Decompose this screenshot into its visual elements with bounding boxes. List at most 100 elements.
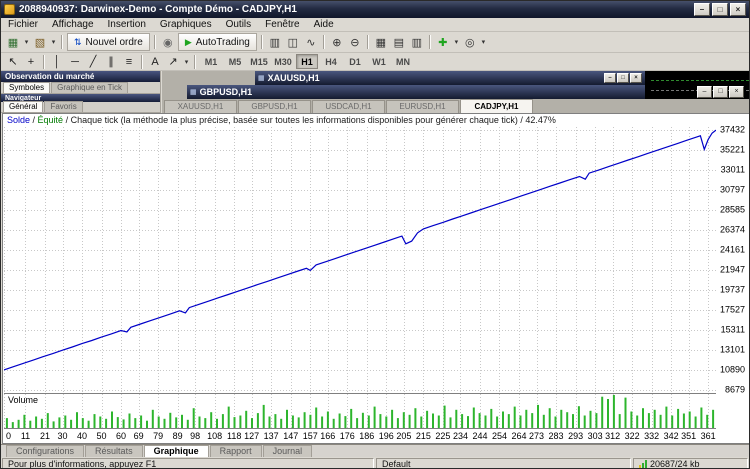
- templates-icon[interactable]: ◎: [461, 34, 479, 51]
- crosshair-icon[interactable]: +: [22, 53, 40, 70]
- arrows-icon[interactable]: ↗: [164, 53, 182, 70]
- child-minimize-button[interactable]: –: [697, 86, 712, 98]
- toolbar-line-studies: ↖+ │─╱∥≡ A↗▾ M1M5M15M30H1H4D1W1MN: [1, 53, 749, 71]
- x-axis-label: 60: [116, 431, 126, 442]
- timeframe-h1[interactable]: H1: [296, 54, 318, 69]
- x-axis-label: 351: [681, 431, 696, 442]
- market-watch-tab-graphique-en-tick[interactable]: Graphique en Tick: [51, 82, 128, 93]
- toolbar-separator: [154, 35, 156, 49]
- menu-item-affichage[interactable]: Affichage: [45, 18, 101, 32]
- chart-tab-xauusd-h1[interactable]: XAUUSD,H1: [164, 100, 237, 113]
- y-axis-label: 28585: [720, 206, 745, 215]
- timeframe-m1[interactable]: M1: [200, 54, 222, 69]
- child-restore-button[interactable]: □: [617, 73, 629, 83]
- child-restore-button[interactable]: □: [713, 86, 728, 98]
- maximize-button[interactable]: □: [712, 3, 728, 16]
- volume-bar: [706, 415, 708, 428]
- chart-window-titlebar-gbpusd[interactable]: ▦ GBPUSD,H1: [187, 85, 645, 99]
- volume-bar: [6, 418, 8, 428]
- new-chart-icon[interactable]: ▦: [4, 34, 22, 51]
- volume-bar: [309, 415, 311, 428]
- tile-vertical-icon[interactable]: ▥: [408, 34, 426, 51]
- profiles-icon[interactable]: ▧: [31, 34, 49, 51]
- profiles-dropdown[interactable]: ▾: [49, 34, 58, 51]
- child-minimize-button[interactable]: –: [604, 73, 616, 83]
- cascade-windows-icon[interactable]: ▤: [390, 34, 408, 51]
- child-close-button[interactable]: ×: [630, 73, 642, 83]
- close-button[interactable]: ×: [730, 3, 746, 16]
- timeframe-m5[interactable]: M5: [224, 54, 246, 69]
- text-label-icon[interactable]: A: [146, 53, 164, 70]
- menu-item-graphiques[interactable]: Graphiques: [153, 18, 219, 32]
- indicators-dropdown[interactable]: ▾: [452, 34, 461, 51]
- new-chart-dropdown[interactable]: ▾: [22, 34, 31, 51]
- tester-tab-graphique[interactable]: Graphique: [144, 445, 209, 457]
- status-profile[interactable]: Default: [376, 458, 631, 469]
- volume-bar: [379, 414, 381, 428]
- expert-advisors-icon[interactable]: ◉: [159, 34, 177, 51]
- volume-bar: [613, 395, 615, 428]
- y-axis-label: 17527: [720, 305, 745, 314]
- timeframe-mn[interactable]: MN: [392, 54, 414, 69]
- indicators-icon[interactable]: ✚: [434, 34, 452, 51]
- chart-window-titlebar-xauusd[interactable]: ▦ XAUUSD,H1 –□×: [255, 71, 645, 85]
- y-axis-label: 8679: [725, 385, 745, 394]
- trendline-icon[interactable]: ╱: [84, 53, 102, 70]
- market-watch-tab-symboles[interactable]: Symboles: [3, 82, 50, 93]
- menu-item-insertion[interactable]: Insertion: [101, 18, 153, 32]
- line-chart-icon[interactable]: ∿: [302, 34, 320, 51]
- volume-bar: [444, 406, 446, 428]
- volume-bar: [683, 414, 685, 429]
- child-close-button[interactable]: ×: [729, 86, 744, 98]
- y-axis-label: 24161: [720, 246, 745, 255]
- zoom-in-icon[interactable]: ⊕: [328, 34, 346, 51]
- x-axis-label: 332: [644, 431, 659, 442]
- volume-bar: [374, 407, 376, 428]
- zoom-out-icon[interactable]: ⊖: [346, 34, 364, 51]
- navigator-tab-general[interactable]: Général: [3, 101, 43, 112]
- navigator-tabs: GénéralFavoris: [1, 102, 160, 113]
- templates-dropdown[interactable]: ▾: [479, 34, 488, 51]
- fibonacci-icon[interactable]: ≡: [120, 53, 138, 70]
- timeframe-m15[interactable]: M15: [248, 54, 270, 69]
- chart-fragment-line: [651, 80, 749, 81]
- x-axis-label: 157: [303, 431, 318, 442]
- x-axis-label: 11: [21, 431, 30, 442]
- menu-item-outils[interactable]: Outils: [219, 18, 259, 32]
- chart-tab-eurusd-h1[interactable]: EURUSD,H1: [386, 100, 459, 113]
- arrows-dropdown[interactable]: ▾: [182, 53, 191, 70]
- volume-bar: [414, 408, 416, 428]
- navigator-tab-favoris[interactable]: Favoris: [44, 101, 82, 112]
- timeframe-w1[interactable]: W1: [368, 54, 390, 69]
- tester-tab-rapport[interactable]: Rapport: [210, 445, 262, 457]
- vertical-line-icon[interactable]: │: [48, 53, 66, 70]
- menu-item-fichier[interactable]: Fichier: [1, 18, 45, 32]
- volume-bar: [158, 417, 160, 429]
- status-connection[interactable]: 20687/24 kb: [633, 458, 748, 469]
- timeframe-h4[interactable]: H4: [320, 54, 342, 69]
- candlestick-chart-icon[interactable]: ◫: [284, 34, 302, 51]
- timeframe-m30[interactable]: M30: [272, 54, 294, 69]
- autotrading-button[interactable]: ▶AutoTrading: [178, 33, 257, 51]
- tester-tab-journal[interactable]: Journal: [263, 445, 313, 457]
- balance-chart[interactable]: [4, 127, 716, 393]
- toolbar-separator: [261, 35, 263, 49]
- equidistant-channel-icon[interactable]: ∥: [102, 53, 120, 70]
- volume-bar: [636, 416, 638, 429]
- menu-item-aide[interactable]: Aide: [307, 18, 341, 32]
- chart-tab-gbpusd-h1[interactable]: GBPUSD,H1: [238, 100, 311, 113]
- timeframe-d1[interactable]: D1: [344, 54, 366, 69]
- horizontal-line-icon[interactable]: ─: [66, 53, 84, 70]
- new-order-button[interactable]: ⇅Nouvel ordre: [67, 33, 150, 51]
- minimize-button[interactable]: –: [694, 3, 710, 16]
- chart-tab-usdcad-h1[interactable]: USDCAD,H1: [312, 100, 385, 113]
- app-icon: [4, 4, 15, 15]
- menu-item-fenetre[interactable]: Fenêtre: [258, 18, 306, 32]
- tester-tab-configurations[interactable]: Configurations: [6, 445, 84, 457]
- cursor-icon[interactable]: ↖: [4, 53, 22, 70]
- tile-windows-icon[interactable]: ▦: [372, 34, 390, 51]
- bar-chart-icon[interactable]: ▥: [266, 34, 284, 51]
- window-controls: –□×: [694, 3, 746, 16]
- chart-tab-cadjpy-h1[interactable]: CADJPY,H1: [460, 99, 533, 113]
- tester-tab-resultats[interactable]: Résultats: [85, 445, 143, 457]
